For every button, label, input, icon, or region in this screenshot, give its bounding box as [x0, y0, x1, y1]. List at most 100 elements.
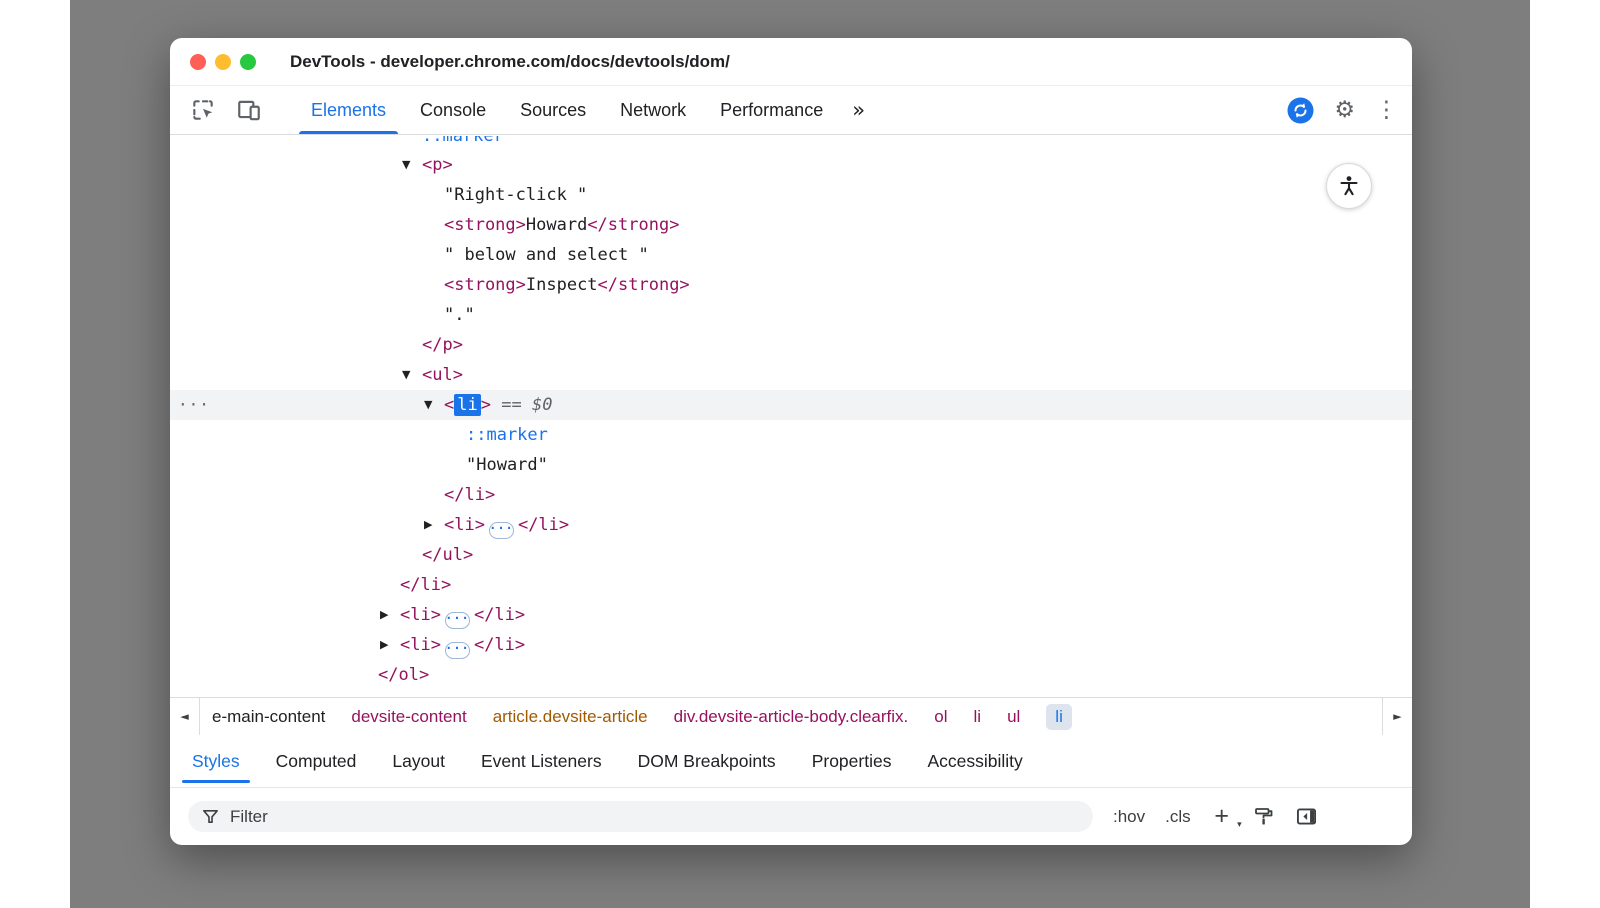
tree-token: </li> — [444, 485, 495, 505]
tree-token: </p> — [422, 335, 463, 355]
styles-filter-input[interactable] — [230, 807, 1080, 827]
tab-event-listeners[interactable]: Event Listeners — [463, 735, 620, 787]
tree-line[interactable]: </li> — [170, 570, 1412, 600]
tree-token: == — [501, 395, 521, 415]
tree-token: Inspect — [526, 275, 598, 295]
tab-performance[interactable]: Performance — [703, 86, 840, 134]
tree-token: "Howard" — [466, 455, 548, 475]
tab-dom-breakpoints[interactable]: DOM Breakpoints — [620, 735, 794, 787]
tree-line-content: " below and select " — [170, 240, 1412, 270]
tree-line[interactable]: ▶<li>···</li> — [170, 510, 1412, 540]
tab-accessibility[interactable]: Accessibility — [909, 735, 1040, 787]
zoom-window-button[interactable] — [240, 54, 256, 70]
breadcrumb-item-1[interactable]: devsite-content — [351, 707, 466, 727]
tree-line[interactable]: " below and select " — [170, 240, 1412, 270]
inspect-element-icon[interactable] — [188, 95, 218, 125]
kebab-menu-icon[interactable]: ⋮ — [1375, 99, 1398, 122]
disclosure-arrow-icon[interactable]: ▼ — [424, 390, 444, 420]
tab-layout[interactable]: Layout — [374, 735, 463, 787]
expand-children-button[interactable]: ··· — [445, 612, 470, 629]
toggle-element-state-button[interactable]: :hov — [1113, 807, 1145, 827]
tab-sources[interactable]: Sources — [503, 86, 603, 134]
new-style-rule-button[interactable]: + ▾ — [1211, 804, 1233, 829]
tree-line-content: "Howard" — [170, 450, 1412, 480]
tab-elements[interactable]: Elements — [294, 86, 403, 134]
tab-console[interactable]: Console — [403, 86, 503, 134]
tree-line-content: ▼<p> — [170, 150, 1412, 180]
tree-token: </li> — [400, 575, 451, 595]
settings-gear-icon[interactable]: ⚙ — [1334, 99, 1355, 122]
tree-line[interactable]: ▶<li>···</li> — [170, 600, 1412, 630]
breadcrumb-item-5[interactable]: li — [974, 707, 982, 727]
element-classes-button[interactable]: .cls — [1165, 807, 1191, 827]
tree-line[interactable]: ::marker — [170, 136, 1412, 150]
breadcrumb-item-4[interactable]: ol — [934, 707, 947, 727]
breadcrumb-scroll-left-button[interactable]: ◄ — [170, 698, 200, 735]
node-options-dots[interactable]: ··· — [178, 390, 210, 420]
tree-line[interactable]: <strong>Howard</strong> — [170, 210, 1412, 240]
expand-children-button[interactable]: ··· — [445, 642, 470, 659]
tree-line[interactable]: ::marker — [170, 420, 1412, 450]
tree-line[interactable]: </ul> — [170, 540, 1412, 570]
tree-token — [522, 395, 532, 415]
devtools-window: DevTools - developer.chrome.com/docs/dev… — [170, 38, 1412, 845]
accessibility-overlay-button[interactable] — [1326, 163, 1372, 209]
tab-computed[interactable]: Computed — [258, 735, 375, 787]
tab-network[interactable]: Network — [603, 86, 703, 134]
disclosure-arrow-icon[interactable]: ▼ — [402, 150, 422, 180]
tree-line-content: ::marker — [170, 136, 1412, 150]
breadcrumb-scroll-right-button[interactable]: ► — [1382, 698, 1412, 735]
close-window-button[interactable] — [190, 54, 206, 70]
tree-line[interactable]: <strong>Inspect</strong> — [170, 270, 1412, 300]
breadcrumb-item-6[interactable]: ul — [1007, 707, 1020, 727]
device-toolbar-icon[interactable] — [234, 95, 264, 125]
tree-token: " below and select " — [444, 245, 649, 265]
tree-token: <ul> — [422, 365, 463, 385]
tree-line[interactable]: "Right-click " — [170, 180, 1412, 210]
breadcrumb-item-0[interactable]: e-main-content — [212, 707, 325, 727]
tree-line-content: ▶<li>···</li> — [170, 630, 1412, 660]
tree-line[interactable]: ···▼<li> == $0 — [170, 390, 1412, 420]
filter-funnel-icon — [201, 807, 220, 826]
tree-line-content: ::marker — [170, 420, 1412, 450]
tree-line[interactable]: ▼<p> — [170, 150, 1412, 180]
ellipsis-dots-icon: ··· — [489, 522, 514, 534]
disclosure-arrow-icon[interactable]: ▶ — [424, 510, 444, 540]
ellipsis-dots-icon: ··· — [445, 642, 470, 654]
disclosure-arrow-icon[interactable]: ▼ — [402, 360, 422, 390]
disclosure-arrow-icon[interactable]: ▶ — [380, 600, 400, 630]
tab-styles[interactable]: Styles — [174, 735, 258, 787]
tab-properties[interactable]: Properties — [794, 735, 910, 787]
expand-children-button[interactable]: ··· — [489, 522, 514, 539]
tree-line-content: ▼<ul> — [170, 360, 1412, 390]
tree-token: ::marker — [466, 425, 548, 445]
paint-roller-icon[interactable] — [1253, 806, 1275, 828]
tree-line[interactable]: </p> — [170, 330, 1412, 360]
tree-token: "." — [444, 305, 475, 325]
breadcrumb-item-2[interactable]: article.devsite-article — [493, 707, 648, 727]
minimize-window-button[interactable] — [215, 54, 231, 70]
toggle-sidebar-icon[interactable] — [1295, 805, 1318, 828]
tree-line[interactable]: ▶<li>···</li> — [170, 630, 1412, 660]
breadcrumb-item-3[interactable]: div.devsite-article-body.clearfix. — [674, 707, 909, 727]
tree-line-content: "Right-click " — [170, 180, 1412, 210]
tree-line[interactable]: </li> — [170, 480, 1412, 510]
filter-input-pill — [188, 801, 1093, 832]
disclosure-arrow-icon[interactable]: ▶ — [380, 630, 400, 660]
tree-line[interactable]: </ol> — [170, 660, 1412, 690]
tree-token: <p> — [422, 155, 453, 175]
tree-line-content: "." — [170, 300, 1412, 330]
tree-line[interactable]: ▼<ul> — [170, 360, 1412, 390]
tree-token: </ul> — [422, 545, 473, 565]
main-toolbar: ElementsConsoleSourcesNetworkPerformance… — [170, 86, 1412, 135]
tree-token: Howard — [526, 215, 587, 235]
tree-line-content: ▼<li> == $0 — [170, 390, 1412, 420]
tree-line[interactable]: "." — [170, 300, 1412, 330]
more-tabs-button[interactable]: » — [852, 98, 865, 122]
tree-line-content: </ul> — [170, 540, 1412, 570]
breadcrumb-items: e-main-content devsite-content article.dev… — [200, 698, 1382, 735]
sync-badge-icon[interactable] — [1287, 97, 1314, 124]
tree-line[interactable]: "Howard" — [170, 450, 1412, 480]
breadcrumb-item-7[interactable]: li — [1046, 704, 1072, 730]
tree-token: </strong> — [587, 215, 679, 235]
